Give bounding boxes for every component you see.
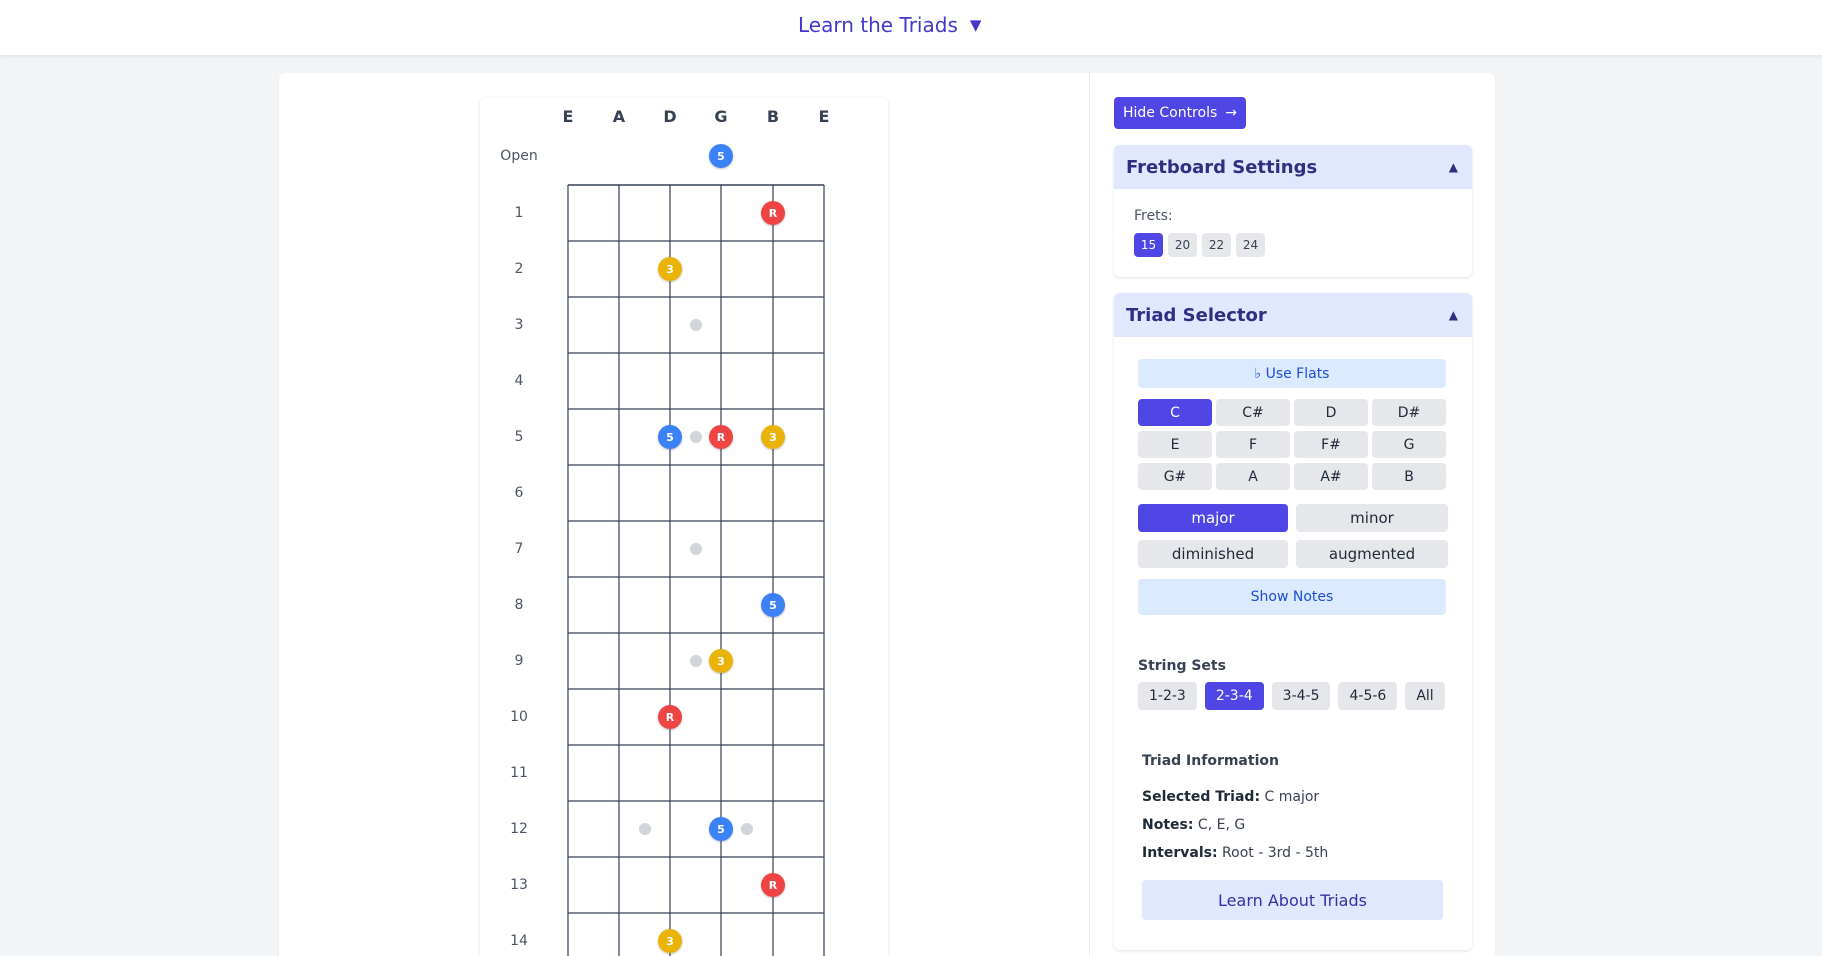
frets-label: Frets:	[1134, 208, 1173, 224]
hide-controls-button[interactable]: Hide Controls →	[1114, 97, 1246, 129]
intervals-label: Intervals:	[1142, 845, 1218, 861]
collapse-icon: ▲	[1448, 160, 1458, 174]
note-marker-third[interactable]: 3	[709, 649, 733, 673]
fret-count-options: 15 20 22 24	[1134, 233, 1265, 257]
string-set-button[interactable]: 4-5-6	[1338, 682, 1398, 710]
note-marker-fifth[interactable]: 5	[709, 144, 733, 168]
collapse-icon: ▲	[1448, 308, 1458, 322]
triad-selector-section: Triad Selector ▲ ♭ Use Flats C C# D D# E F F# G…	[1114, 293, 1472, 950]
intervals-value: Root - 3rd - 5th	[1222, 845, 1329, 861]
note-marker-third[interactable]: 3	[761, 425, 785, 449]
key-button[interactable]: C	[1138, 399, 1212, 426]
use-flats-button[interactable]: ♭ Use Flats	[1138, 359, 1446, 388]
quality-selector: major minor diminished augmented	[1138, 504, 1448, 568]
fret-count-option[interactable]: 15	[1134, 233, 1163, 257]
notes-line: Notes: C, E, G	[1142, 817, 1245, 833]
string-set-button[interactable]: 3-4-5	[1271, 682, 1331, 710]
quality-button[interactable]: major	[1138, 504, 1288, 532]
selected-triad-label: Selected Triad:	[1142, 789, 1261, 805]
key-button[interactable]: A#	[1294, 463, 1368, 490]
quality-button[interactable]: diminished	[1138, 540, 1288, 568]
string-set-button[interactable]: 2-3-4	[1204, 682, 1264, 710]
string-set-options: 1-2-3 2-3-4 3-4-5 4-5-6 All	[1138, 682, 1445, 710]
quality-button[interactable]: augmented	[1296, 540, 1448, 568]
quality-button[interactable]: minor	[1296, 504, 1448, 532]
fretboard-settings-title: Fretboard Settings	[1126, 156, 1318, 178]
fret-inlay	[689, 655, 702, 667]
notes-value: C, E, G	[1197, 817, 1246, 833]
string-sets-label: String Sets	[1138, 658, 1226, 674]
key-button[interactable]: D#	[1372, 399, 1446, 426]
key-button[interactable]: F	[1216, 431, 1290, 458]
key-button[interactable]: D	[1294, 399, 1368, 426]
fret-inlay	[741, 823, 753, 835]
fret-inlay	[689, 543, 702, 555]
note-marker-fifth[interactable]: 5	[761, 593, 785, 617]
key-button[interactable]: C#	[1216, 399, 1290, 426]
key-button[interactable]: G	[1372, 431, 1446, 458]
fret-count-option[interactable]: 20	[1168, 233, 1197, 257]
note-marker-root[interactable]: R	[709, 425, 733, 449]
fret-inlay	[638, 823, 651, 835]
fret-inlay	[689, 431, 702, 443]
intervals-line: Intervals: Root - 3rd - 5th	[1142, 845, 1328, 861]
note-marker-third[interactable]: 3	[658, 257, 682, 281]
fretboard-grid	[567, 184, 825, 956]
string-set-button[interactable]: All	[1405, 682, 1445, 710]
note-marker-root[interactable]: R	[658, 705, 682, 729]
string-set-button[interactable]: 1-2-3	[1138, 682, 1197, 710]
triad-selector-title: Triad Selector	[1126, 304, 1267, 326]
fret-inlay	[689, 319, 702, 331]
note-marker-fifth[interactable]: 5	[709, 817, 733, 841]
key-button[interactable]: F#	[1294, 431, 1368, 458]
note-marker-fifth[interactable]: 5	[658, 425, 682, 449]
notes-label: Notes:	[1142, 817, 1194, 833]
note-marker-root[interactable]: R	[761, 201, 785, 225]
show-notes-button[interactable]: Show Notes	[1138, 579, 1446, 615]
note-marker-third[interactable]: 3	[658, 929, 682, 953]
fretboard-settings-header[interactable]: Fretboard Settings ▲	[1114, 145, 1472, 189]
selected-triad-value: C major	[1264, 789, 1320, 805]
learn-about-triads-button[interactable]: Learn About Triads	[1142, 880, 1443, 920]
fret-count-option[interactable]: 22	[1202, 233, 1231, 257]
key-selector: C C# D D# E F F# G G# A A# B	[1138, 399, 1446, 490]
fretboard-settings-section: Fretboard Settings ▲ Frets: 15 20 22 24	[1114, 145, 1472, 277]
arrow-right-icon: →	[1225, 105, 1237, 121]
key-button[interactable]: B	[1372, 463, 1446, 490]
triad-info-title: Triad Information	[1142, 753, 1279, 769]
key-button[interactable]: A	[1216, 463, 1290, 490]
key-button[interactable]: E	[1138, 431, 1212, 458]
note-marker-root[interactable]: R	[761, 873, 785, 897]
triad-selector-header[interactable]: Triad Selector ▲	[1114, 293, 1472, 337]
hide-controls-label: Hide Controls	[1122, 105, 1218, 121]
fret-count-option[interactable]: 24	[1236, 233, 1265, 257]
key-button[interactable]: G#	[1138, 463, 1212, 490]
selected-triad-line: Selected Triad: C major	[1142, 789, 1319, 805]
